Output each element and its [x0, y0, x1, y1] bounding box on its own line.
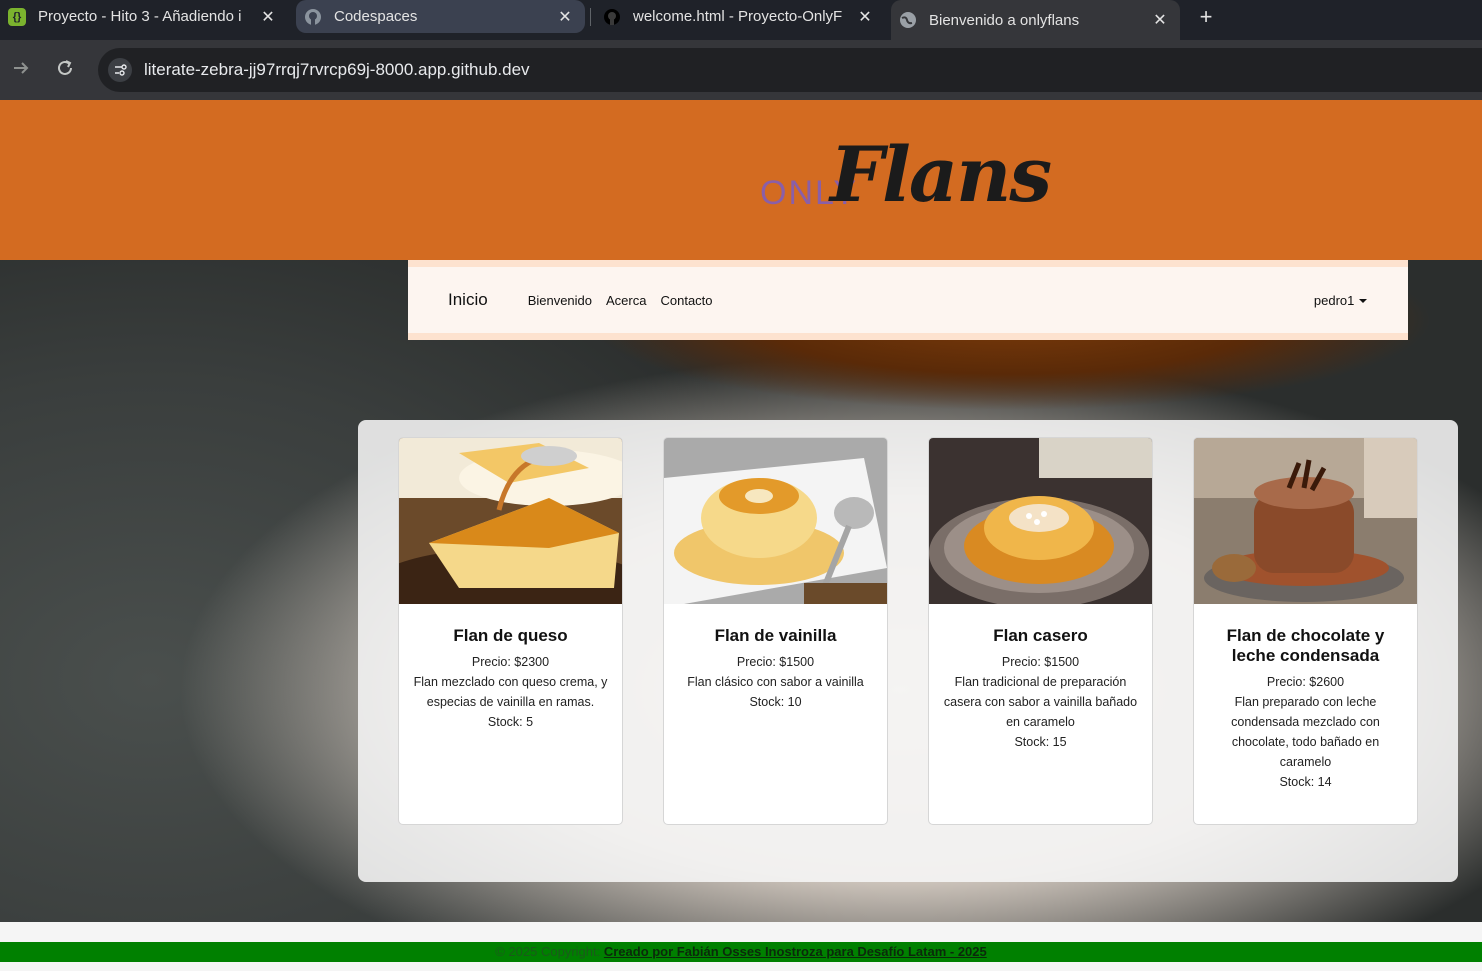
web-page: ONLY Flans Inicio Bienvenido Acerca Cont… — [0, 100, 1482, 971]
product-price: Precio: $1500 — [736, 655, 815, 669]
close-icon[interactable]: ✕ — [555, 7, 575, 27]
navbar-container: Inicio Bienvenido Acerca Contacto pedro1 — [408, 260, 1408, 340]
footer-spacer — [0, 922, 1482, 942]
footer-credit-link[interactable]: Creado por Fabián Osses Inostroza para D… — [604, 944, 987, 959]
products-panel: Flan de queso Precio: $2300 Flan mezclad… — [358, 420, 1458, 882]
github-icon — [304, 8, 322, 26]
close-icon[interactable]: ✕ — [258, 7, 278, 27]
product-price: Precio: $1500 — [1001, 655, 1080, 669]
nav-link-contacto[interactable]: Contacto — [660, 293, 712, 308]
product-card[interactable]: Flan de chocolate y leche condensada Pre… — [1193, 437, 1418, 825]
tab-title: welcome.html - Proyecto-OnlyF — [633, 8, 843, 25]
nav-brand-inicio[interactable]: Inicio — [448, 290, 488, 310]
footer-spacer — [0, 962, 1482, 971]
flan-casero-image — [929, 438, 1152, 604]
site-settings-icon[interactable] — [108, 58, 132, 82]
close-icon[interactable]: ✕ — [1150, 10, 1170, 30]
product-description: Flan preparado con leche condensada mezc… — [1231, 695, 1380, 769]
nav-link-acerca[interactable]: Acerca — [606, 293, 646, 308]
close-icon[interactable]: ✕ — [855, 7, 875, 27]
product-name: Flan casero — [993, 626, 1088, 645]
product-description: Flan mezclado con queso crema, y especia… — [413, 675, 608, 709]
product-name: Flan de queso — [453, 626, 568, 645]
footer-copyright: © 2025 Copyright: — [495, 944, 604, 959]
globe-icon — [899, 11, 917, 29]
product-stock: Stock: 5 — [487, 715, 534, 729]
tab-title: Bienvenido a onlyflans — [929, 11, 1080, 29]
user-dropdown[interactable]: pedro1 — [1314, 293, 1368, 308]
reload-icon[interactable] — [52, 57, 78, 83]
onlyflans-logo[interactable]: ONLY Flans — [758, 130, 1078, 230]
caret-down-icon — [1359, 298, 1367, 303]
flan-vainilla-image — [664, 438, 887, 604]
replit-icon: {} — [8, 7, 26, 26]
site-header: ONLY Flans — [0, 100, 1482, 260]
product-description: Flan clásico con sabor a vainilla — [687, 675, 864, 689]
product-card[interactable]: Flan de queso Precio: $2300 Flan mezclad… — [398, 437, 623, 825]
nav-link-bienvenido[interactable]: Bienvenido — [528, 293, 592, 308]
tab-title: Proyecto - Hito 3 - Añadiendo i — [38, 8, 242, 25]
product-description: Flan tradicional de preparación casera c… — [943, 675, 1138, 729]
flan-queso-image — [399, 438, 622, 604]
browser-toolbar: literate-zebra-jj97rrqj7rvrcp69j-8000.ap… — [0, 40, 1482, 100]
new-tab-button[interactable]: + — [1192, 4, 1220, 30]
url-text: literate-zebra-jj97rrqj7rvrcp69j-8000.ap… — [144, 60, 530, 79]
logo-flans-text: Flans — [830, 130, 1052, 219]
browser-tab-1[interactable]: {} Proyecto - Hito 3 - Añadiendo i ✕ — [0, 0, 288, 33]
tab-separator — [590, 8, 591, 26]
product-name: Flan de vainilla — [714, 626, 837, 645]
navbar: Inicio Bienvenido Acerca Contacto pedro1 — [408, 267, 1408, 333]
product-price: Precio: $2300 — [471, 655, 550, 669]
product-card[interactable]: Flan casero Precio: $1500 Flan tradicion… — [928, 437, 1153, 825]
product-stock: Stock: 14 — [1279, 775, 1332, 789]
product-stock: Stock: 15 — [1014, 735, 1067, 749]
browser-tab-2[interactable]: Codespaces ✕ — [296, 0, 585, 33]
site-footer: © 2025 Copyright: Creado por Fabián Osse… — [0, 942, 1482, 962]
browser-tab-strip: {} Proyecto - Hito 3 - Añadiendo i ✕ Cod… — [0, 0, 1482, 40]
forward-icon[interactable] — [8, 57, 34, 83]
user-name: pedro1 — [1313, 292, 1355, 308]
product-card[interactable]: Flan de vainilla Precio: $1500 Flan clás… — [663, 437, 888, 825]
product-name: Flan de chocolate y leche condensada — [1226, 626, 1385, 665]
github-icon — [603, 8, 621, 26]
flan-chocolate-image — [1194, 438, 1417, 604]
product-stock: Stock: 10 — [749, 695, 802, 709]
product-price: Precio: $2600 — [1266, 675, 1345, 689]
address-bar[interactable]: literate-zebra-jj97rrqj7rvrcp69j-8000.ap… — [98, 48, 1482, 92]
browser-tab-3[interactable]: welcome.html - Proyecto-OnlyF ✕ — [595, 0, 885, 33]
browser-tab-active[interactable]: Bienvenido a onlyflans ✕ — [891, 0, 1180, 40]
tab-title: Codespaces — [334, 8, 418, 25]
